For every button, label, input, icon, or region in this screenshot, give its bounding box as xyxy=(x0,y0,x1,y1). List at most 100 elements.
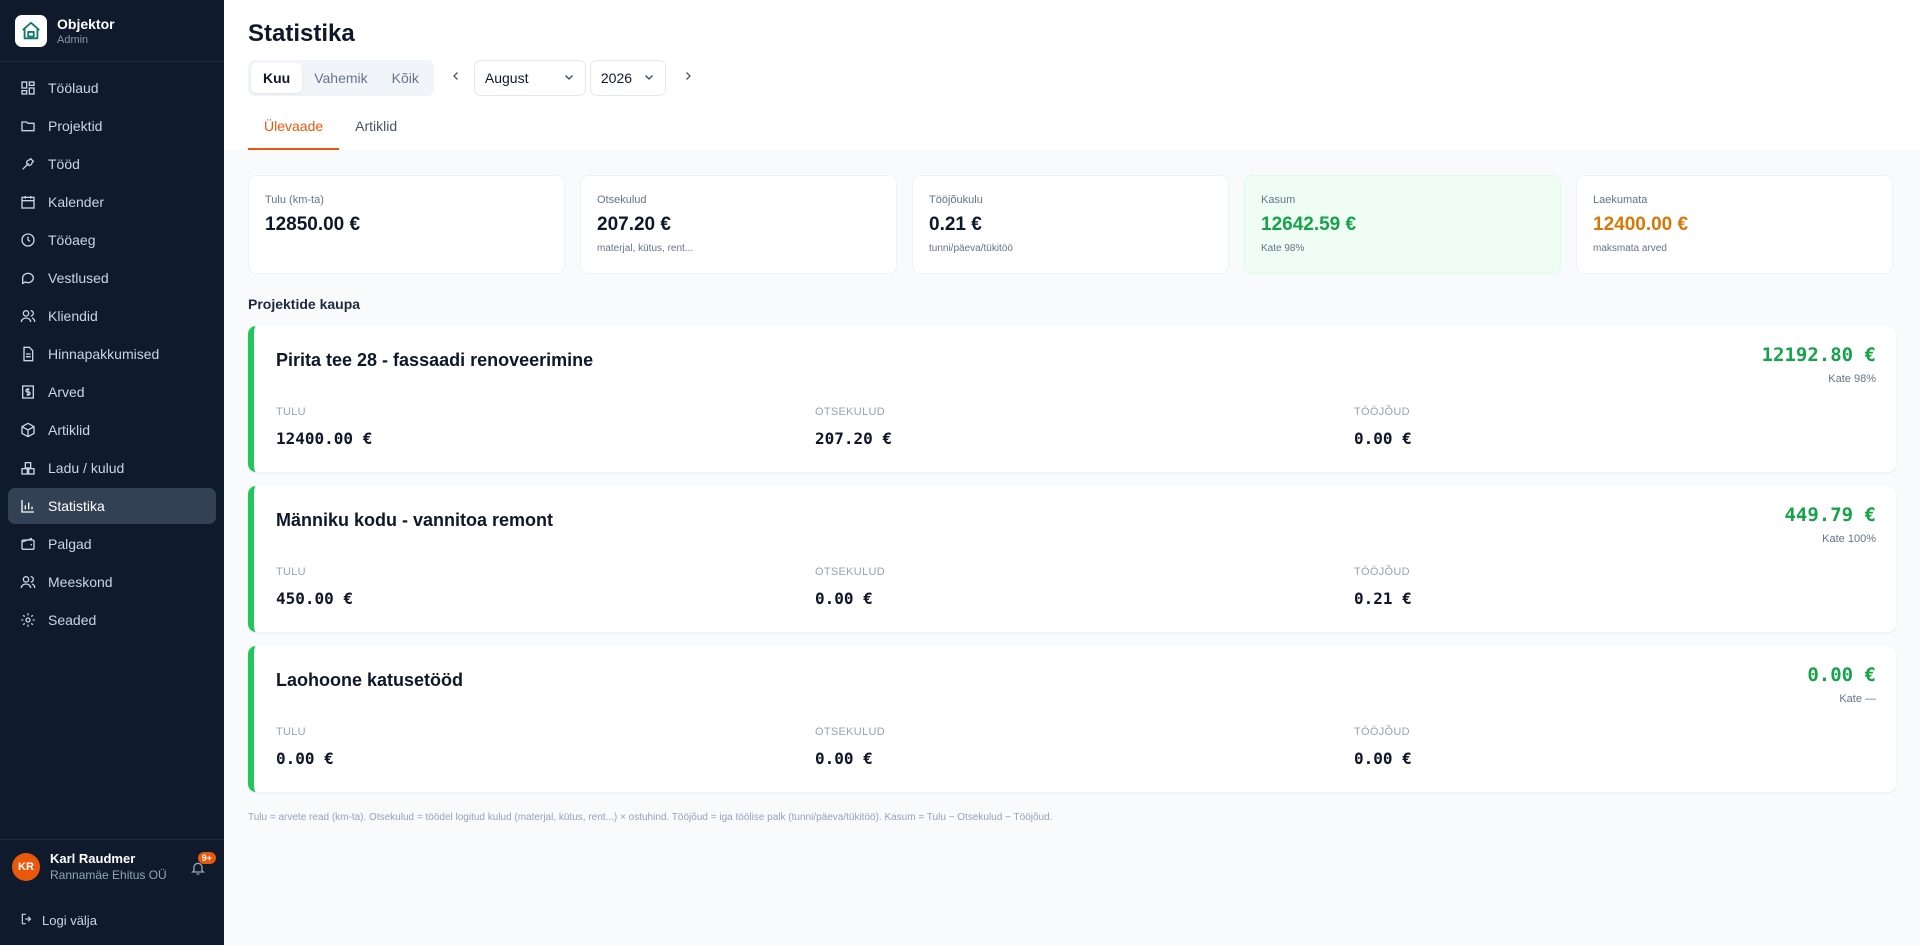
section-title: Projektide kaupa xyxy=(248,296,361,312)
project-name: Männiku kodu - vannitoa remont xyxy=(276,510,554,530)
nav-item-ladu-kulud[interactable]: Ladu / kulud xyxy=(8,450,216,486)
nav-item-toolaud[interactable]: Töölaud xyxy=(8,70,216,106)
bell-icon xyxy=(190,862,206,880)
metric-label: OTSEKULUD xyxy=(815,726,885,738)
users-icon xyxy=(20,308,36,324)
metric-label: TULU xyxy=(276,566,306,578)
nav-item-seaded[interactable]: Seaded xyxy=(8,602,216,638)
logout-label: Logi välja xyxy=(42,913,97,928)
nav-item-tooaeg[interactable]: Tööaeg xyxy=(8,222,216,258)
team-icon xyxy=(20,574,36,590)
kpi-subtext: materjal, kütus, rent... xyxy=(597,243,694,254)
tab-ulevaade[interactable]: Ülevaade xyxy=(248,110,340,150)
kpi-label: Laekumata xyxy=(1593,194,1648,206)
month-select[interactable]: August xyxy=(473,60,586,96)
nav-label: Tööaeg xyxy=(48,232,96,248)
metric-value: 0.21 € xyxy=(1354,589,1412,608)
nav-label: Projektid xyxy=(48,118,103,134)
kpi-subtext: maksmata arved xyxy=(1593,243,1667,254)
month-value: August xyxy=(484,70,529,86)
kpi-subtext: tunni/päeva/tükitöö xyxy=(929,243,1013,254)
project-metric-revenue: TULU 12400.00 € xyxy=(276,406,372,448)
nav-item-projektid[interactable]: Projektid xyxy=(8,108,216,144)
invoice-icon xyxy=(20,384,36,400)
project-card[interactable]: Laohoone katusetööd 0.00 € Kate — TULU 0… xyxy=(248,646,1896,792)
kpi-card-revenue: Tulu (km-ta) 12850.00 € xyxy=(248,175,565,274)
project-card[interactable]: Pirita tee 28 - fassaadi renoveerimine 1… xyxy=(248,326,1896,472)
metric-label: TULU xyxy=(276,406,306,418)
metric-value: 0.00 € xyxy=(815,749,873,768)
metric-value: 0.00 € xyxy=(276,749,334,768)
year-value: 2026 xyxy=(600,70,633,86)
brand-role: Admin xyxy=(57,33,89,46)
metric-value: 0.00 € xyxy=(1354,749,1412,768)
nav-item-meeskond[interactable]: Meeskond xyxy=(8,564,216,600)
metric-label: TULU xyxy=(276,726,306,738)
mode-kuu-button[interactable]: Kuu xyxy=(251,63,303,93)
metric-label: OTSEKULUD xyxy=(815,406,885,418)
notification-badge: 9+ xyxy=(197,852,216,864)
project-card[interactable]: Männiku kodu - vannitoa remont 449.79 € … xyxy=(248,486,1896,632)
kpi-value: 12642.59 € xyxy=(1261,214,1357,235)
project-profit: 0.00 € xyxy=(1807,664,1876,686)
kpi-value: 12850.00 € xyxy=(265,214,361,235)
nav-item-kalender[interactable]: Kalender xyxy=(8,184,216,220)
project-margin: Kate — xyxy=(1839,693,1876,705)
notifications-button[interactable]: 9+ xyxy=(190,852,216,876)
nav-label: Ladu / kulud xyxy=(48,460,125,476)
nav-label: Kalender xyxy=(48,194,105,210)
nav-label: Seaded xyxy=(48,612,97,628)
nav-item-artiklid[interactable]: Artiklid xyxy=(8,412,216,448)
year-select[interactable]: 2026 xyxy=(589,60,666,96)
chevron-right-icon xyxy=(682,69,694,87)
kpi-cards: Tulu (km-ta) 12850.00 € Otsekulud 207.20… xyxy=(248,175,1896,274)
nav-item-arved[interactable]: Arved xyxy=(8,374,216,410)
wrench-icon xyxy=(20,156,36,172)
project-name: Laohoone katusetööd xyxy=(276,670,464,690)
nav-item-kliendid[interactable]: Kliendid xyxy=(8,298,216,334)
mode-vahemik-button[interactable]: Vahemik xyxy=(302,63,379,93)
logout-button[interactable]: Logi välja xyxy=(20,912,97,929)
nav-item-hinnapakkumised[interactable]: Hinnapakkumised xyxy=(8,336,216,372)
prev-period-button[interactable] xyxy=(442,60,470,96)
box-icon xyxy=(20,422,36,438)
kpi-card-direct-costs: Otsekulud 207.20 € materjal, kütus, rent… xyxy=(580,175,897,274)
kpi-label: Tulu (km-ta) xyxy=(265,194,324,206)
chevron-down-icon xyxy=(635,70,655,86)
clock-icon xyxy=(20,232,36,248)
user-name: Karl Raudmer xyxy=(50,851,136,866)
page-title: Statistika xyxy=(248,20,355,47)
nav-label: Meeskond xyxy=(48,574,113,590)
document-icon xyxy=(20,346,36,362)
avatar: KR xyxy=(12,852,40,881)
period-controls: Kuu Vahemik Kõik August 2026 xyxy=(248,60,702,96)
mode-koik-button[interactable]: Kõik xyxy=(380,63,431,93)
sidebar: Objektor Admin Töölaud Projektid Tööd Ka… xyxy=(0,0,224,945)
tab-artiklid[interactable]: Artiklid xyxy=(339,110,413,150)
dashboard-icon xyxy=(20,80,36,96)
kpi-value: 0.21 € xyxy=(929,214,982,235)
chat-icon xyxy=(20,270,36,286)
project-metric-direct-costs: OTSEKULUD 207.20 € xyxy=(815,406,892,448)
nav-item-statistika[interactable]: Statistika xyxy=(8,488,216,524)
metric-label: TÖÖJÕUD xyxy=(1354,566,1410,578)
nav-item-palgad[interactable]: Palgad xyxy=(8,526,216,562)
nav-label: Töölaud xyxy=(48,80,99,96)
project-metric-revenue: TULU 0.00 € xyxy=(276,726,334,768)
tabs: Ülevaade Artiklid xyxy=(248,110,413,150)
user-profile[interactable]: KR Karl Raudmer Rannamäe Ehitus OÜ 9+ xyxy=(0,839,224,893)
metric-value: 0.00 € xyxy=(815,589,873,608)
kpi-card-profit: Kasum 12642.59 € Kate 98% xyxy=(1244,175,1561,274)
project-margin: Kate 100% xyxy=(1822,533,1876,545)
nav-label: Artiklid xyxy=(48,422,91,438)
period-mode-toggle: Kuu Vahemik Kõik xyxy=(248,60,434,96)
nav-item-vestlused[interactable]: Vestlused xyxy=(8,260,216,296)
project-metric-direct-costs: OTSEKULUD 0.00 € xyxy=(815,566,885,608)
main-nav: Töölaud Projektid Tööd Kalender Tööaeg V… xyxy=(0,62,224,638)
chevron-down-icon xyxy=(555,70,575,86)
brand: Objektor Admin xyxy=(0,0,224,62)
warehouse-icon xyxy=(20,460,36,476)
nav-item-tood[interactable]: Tööd xyxy=(8,146,216,182)
next-period-button[interactable] xyxy=(674,60,702,96)
project-metric-labor: TÖÖJÕUD 0.00 € xyxy=(1354,406,1412,448)
